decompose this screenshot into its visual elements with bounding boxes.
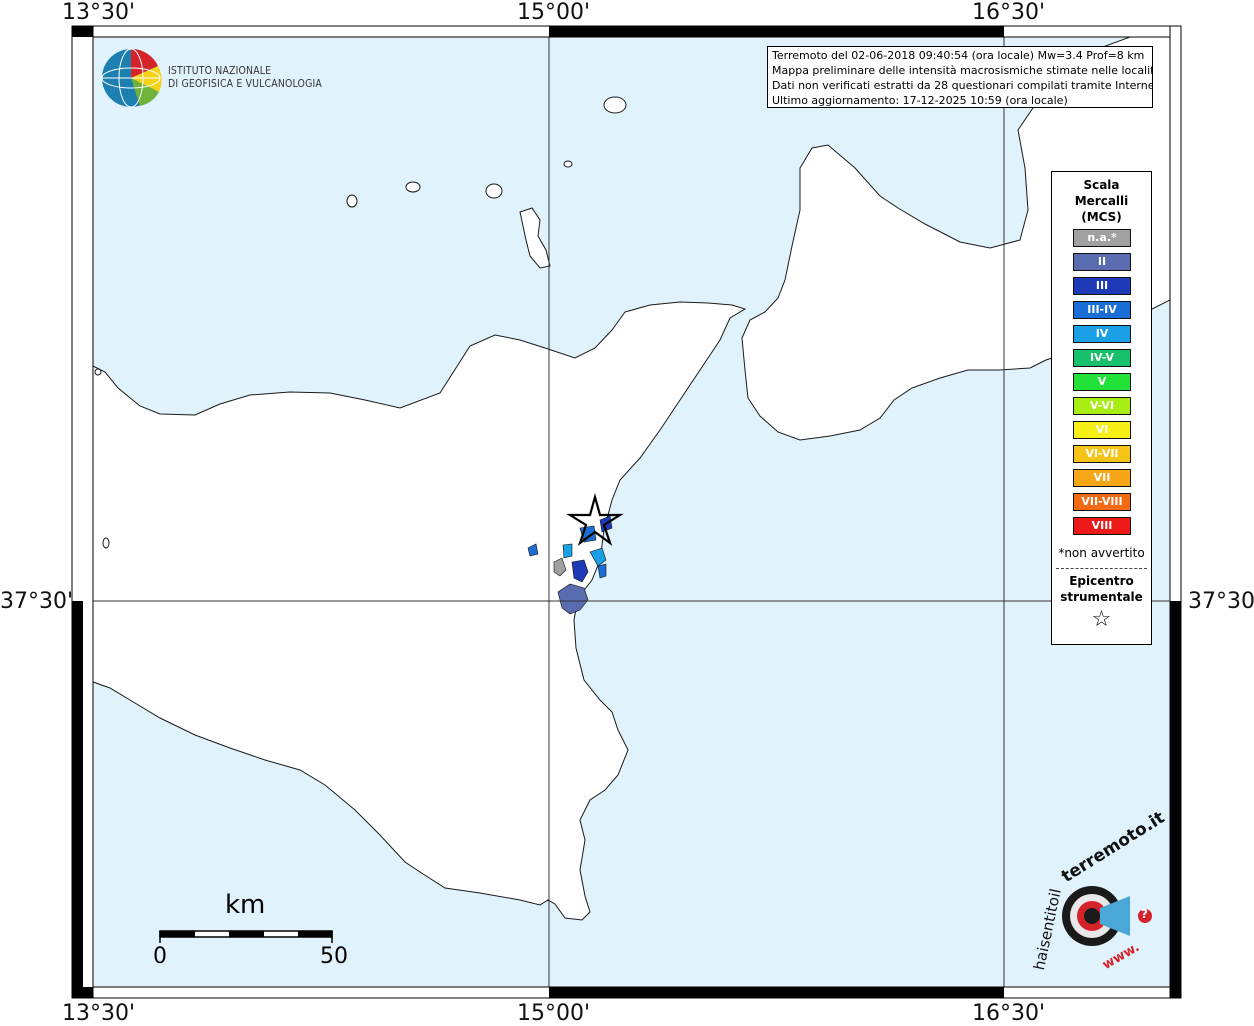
legend-swatch: III	[1073, 277, 1131, 295]
legend-swatch: II	[1073, 253, 1131, 271]
legend-swatch: VII	[1073, 469, 1131, 487]
legend-title-line: Mercalli	[1074, 194, 1129, 208]
legend-title-line: Scala	[1083, 178, 1120, 192]
info-line3: Dati non verificati estratti da 28 quest…	[772, 79, 1153, 92]
island	[346, 194, 358, 208]
legend-swatch: VIII	[1073, 517, 1131, 535]
scale-max: 50	[320, 944, 348, 969]
ingv-line2: DI GEOFISICA E VULCANOLOGIA	[168, 77, 323, 90]
lon-label-top: 15°00'	[517, 0, 591, 25]
mcs-legend: Scala Mercalli (MCS) n.a.* II III III-IV IV I…	[1051, 171, 1152, 645]
legend-title-line: (MCS)	[1081, 210, 1122, 224]
ingv-logo-text: ISTITUTO NAZIONALE DI GEOFISICA E VULCAN…	[168, 64, 322, 90]
lon-label-top: 16°30'	[972, 0, 1046, 25]
lon-label-bottom: 13°30'	[62, 1001, 136, 1026]
badge-qmark: ?	[1141, 907, 1148, 921]
legend-note: *non avvertito	[1058, 546, 1145, 560]
legend-divider	[1056, 568, 1147, 569]
info-line4: Ultimo aggiornamento: 17-12-2025 10:59 (…	[772, 94, 1068, 107]
info-line1: Terremoto del 02-06-2018 09:40:54 (ora l…	[772, 49, 1145, 62]
lon-label-bottom: 15°00'	[517, 1001, 591, 1026]
ingv-line1: ISTITUTO NAZIONALE	[168, 64, 272, 77]
lat-label-right: 37°30'	[1188, 589, 1254, 614]
island	[563, 160, 573, 168]
legend-swatch: V	[1073, 373, 1131, 391]
legend-epicenter-line: strumentale	[1060, 590, 1143, 604]
lon-label-bottom: 16°30'	[972, 1001, 1046, 1026]
legend-swatch: V-VI	[1073, 397, 1131, 415]
legend-swatch: VI-VII	[1073, 445, 1131, 463]
legend-swatches: n.a.* II III III-IV IV IV-V V V-VI VI VI-VII VII VI…	[1073, 229, 1131, 541]
legend-swatch: IV	[1073, 325, 1131, 343]
island	[603, 96, 627, 114]
lat-label-left: 37°30'	[0, 589, 74, 614]
legend-title: Scala Mercalli (MCS)	[1052, 177, 1151, 225]
event-info-box: Terremoto del 02-06-2018 09:40:54 (ora l…	[767, 46, 1153, 108]
info-line2: Mappa preliminare delle intensità macros…	[772, 64, 1153, 77]
lon-label-top: 13°30'	[62, 0, 136, 25]
legend-swatch: VI	[1073, 421, 1131, 439]
island	[405, 181, 421, 193]
island	[94, 368, 102, 376]
island	[485, 183, 503, 199]
legend-swatch: n.a.*	[1073, 229, 1131, 247]
legend-epicenter-label: Epicentro strumentale	[1052, 573, 1151, 605]
star-icon: ☆	[1091, 607, 1112, 632]
legend-swatch: VII-VIII	[1073, 493, 1131, 511]
legend-epicenter-line: Epicentro	[1069, 574, 1134, 588]
legend-swatch: IV-V	[1073, 349, 1131, 367]
scale-min: 0	[153, 944, 167, 969]
legend-swatch: III-IV	[1073, 301, 1131, 319]
island	[102, 537, 110, 549]
scale-unit: km	[225, 890, 266, 920]
